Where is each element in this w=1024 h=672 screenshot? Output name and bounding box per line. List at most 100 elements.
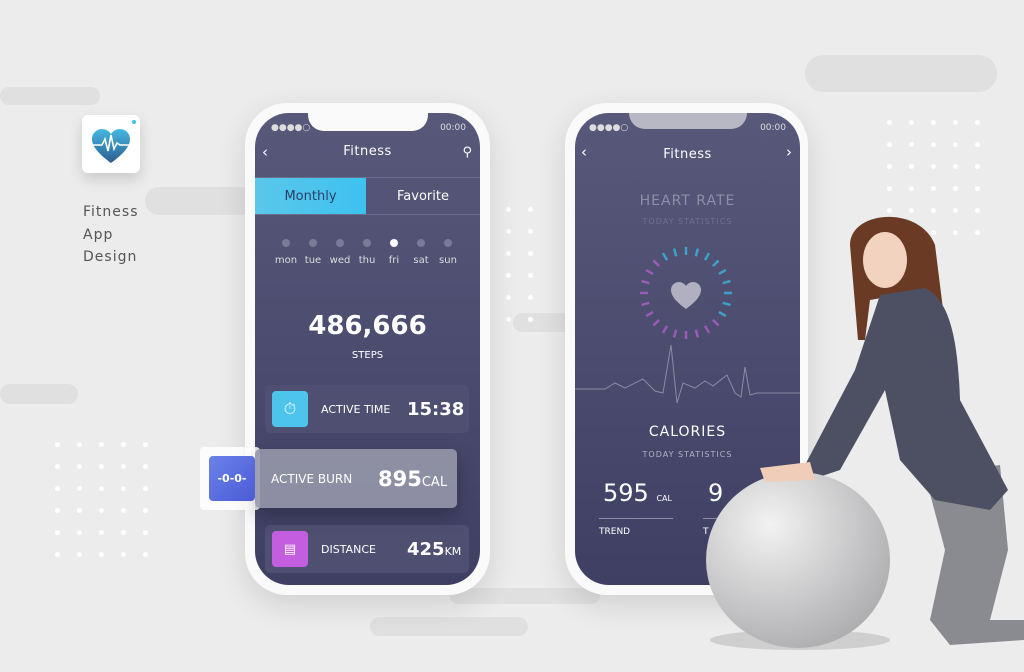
decor-dot bbox=[143, 530, 148, 535]
day-label: tue bbox=[304, 255, 322, 266]
clock: 00:00 bbox=[440, 123, 466, 133]
tab-monthly[interactable]: Monthly bbox=[255, 178, 366, 214]
decor-dot bbox=[953, 186, 958, 191]
decor-dot bbox=[528, 229, 533, 234]
decor-bar bbox=[145, 187, 255, 215]
decor-dot bbox=[931, 186, 936, 191]
decor-dot bbox=[143, 442, 148, 447]
ring-tick bbox=[672, 329, 678, 338]
day-thu[interactable]: thu bbox=[352, 239, 382, 266]
day-fri[interactable]: fri bbox=[379, 239, 409, 266]
calorie-stat-value: 595 CAL bbox=[603, 479, 672, 507]
decor-dot bbox=[506, 251, 511, 256]
ball bbox=[706, 472, 890, 648]
decor-dot bbox=[99, 486, 104, 491]
decor-dot bbox=[506, 273, 511, 278]
decor-dot bbox=[953, 164, 958, 169]
decor-bar bbox=[805, 55, 997, 92]
card-label: DISTANCE bbox=[321, 542, 376, 556]
decor-dot bbox=[887, 120, 892, 125]
decor-bar bbox=[0, 87, 100, 105]
card-active-burn[interactable]: ACTIVE BURN 895CAL bbox=[255, 449, 457, 508]
decor-dot bbox=[77, 530, 82, 535]
day-sun[interactable]: sun bbox=[433, 239, 463, 266]
decor-dot bbox=[953, 142, 958, 147]
app-icon bbox=[82, 115, 140, 173]
day-label: wed bbox=[329, 255, 351, 266]
decor-dot bbox=[975, 164, 980, 169]
calorie-stat-label: TREND bbox=[599, 527, 631, 537]
hands bbox=[760, 462, 815, 482]
ring-tick bbox=[652, 318, 661, 327]
decor-bar bbox=[0, 384, 78, 404]
tab-favorite[interactable]: Favorite bbox=[366, 178, 480, 214]
woman-with-exercise-ball-photo bbox=[706, 216, 1024, 650]
brand-line: Design bbox=[83, 249, 138, 265]
decor-dot bbox=[99, 530, 104, 535]
day-sat[interactable]: sat bbox=[406, 239, 436, 266]
card-distance[interactable]: ▤ DISTANCE 425KM bbox=[265, 525, 469, 573]
day-mon[interactable]: mon bbox=[271, 239, 301, 266]
decor-dot bbox=[506, 229, 511, 234]
day-label: sun bbox=[439, 255, 457, 266]
decor-dot bbox=[909, 142, 914, 147]
brand-line: Fitness bbox=[83, 204, 139, 220]
decor-dot bbox=[55, 464, 60, 469]
day-wed[interactable]: wed bbox=[325, 239, 355, 266]
decor-dot bbox=[143, 508, 148, 513]
decor-bar bbox=[370, 617, 528, 636]
ring-tick bbox=[641, 301, 650, 307]
decor-dot bbox=[528, 317, 533, 322]
decor-dot bbox=[143, 486, 148, 491]
search-icon[interactable]: ⚲ bbox=[462, 145, 472, 160]
decor-dot bbox=[528, 251, 533, 256]
decor-bar bbox=[450, 588, 600, 604]
decor-dot bbox=[99, 552, 104, 557]
decor-dot bbox=[121, 552, 126, 557]
decor-dot bbox=[975, 186, 980, 191]
decor-dot bbox=[887, 164, 892, 169]
decor-dot bbox=[121, 508, 126, 513]
day-dot bbox=[309, 239, 317, 247]
decor-dot bbox=[121, 464, 126, 469]
card-label: ACTIVE TIME bbox=[321, 402, 391, 416]
card-value: 15:38 bbox=[407, 398, 465, 420]
decor-dot bbox=[528, 207, 533, 212]
decor-dot bbox=[77, 442, 82, 447]
decor-dot bbox=[909, 186, 914, 191]
day-dot bbox=[282, 239, 290, 247]
card-value: 895CAL bbox=[378, 466, 448, 491]
notch bbox=[307, 113, 428, 131]
ring-tick bbox=[661, 325, 669, 334]
day-dot bbox=[444, 239, 452, 247]
decor-dot bbox=[99, 464, 104, 469]
day-label: sat bbox=[413, 255, 429, 266]
day-tue[interactable]: tue bbox=[298, 239, 328, 266]
decor-dot bbox=[506, 295, 511, 300]
decor-dot bbox=[121, 442, 126, 447]
decor-dot bbox=[528, 273, 533, 278]
day-dot bbox=[363, 239, 371, 247]
decor-dot bbox=[77, 508, 82, 513]
ring-tick bbox=[672, 248, 678, 257]
steps-value: 486,666 bbox=[308, 311, 427, 341]
decor-dot bbox=[506, 207, 511, 212]
decor-dot bbox=[887, 142, 892, 147]
decor-dot bbox=[55, 442, 60, 447]
ring-tick bbox=[645, 268, 654, 276]
decor-dot bbox=[55, 530, 60, 535]
day-dot bbox=[390, 239, 398, 247]
decor-dot bbox=[121, 486, 126, 491]
ring-tick bbox=[661, 252, 669, 261]
face bbox=[863, 232, 907, 288]
decor-dot bbox=[143, 552, 148, 557]
ring-tick bbox=[641, 279, 650, 285]
card-active-time[interactable]: ⏱ ACTIVE TIME 15:38 bbox=[265, 385, 469, 433]
decor-dot bbox=[99, 442, 104, 447]
decor-dot bbox=[953, 120, 958, 125]
card-label: ACTIVE BURN bbox=[271, 471, 353, 486]
stopwatch-icon: ⏱ bbox=[272, 391, 308, 427]
decor-dot bbox=[55, 552, 60, 557]
day-label: thu bbox=[358, 255, 376, 266]
decor-dot bbox=[909, 164, 914, 169]
